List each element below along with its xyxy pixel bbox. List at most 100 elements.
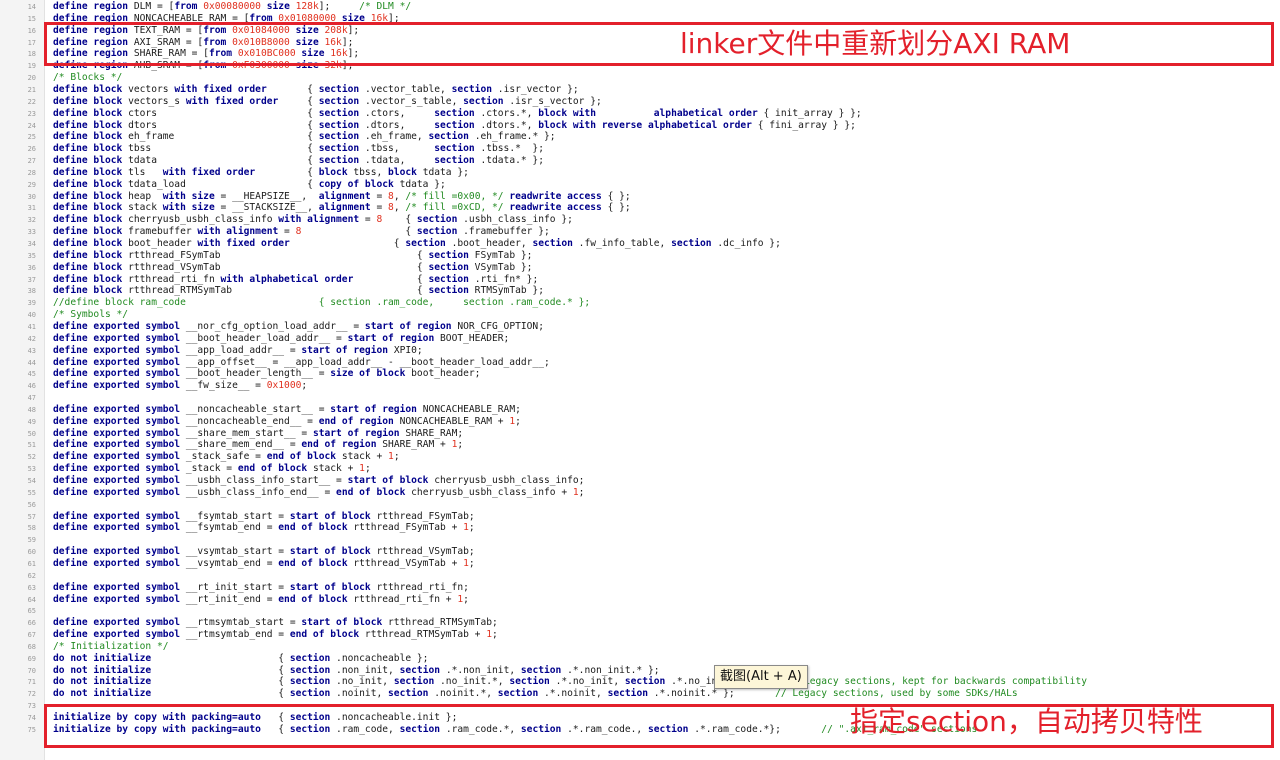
code-line[interactable]: 20 /* Blocks */ — [0, 72, 1280, 84]
code-line[interactable]: 32 define block cherryusb_usbh_class_info… — [0, 214, 1280, 226]
code-line[interactable]: 46 define exported symbol __fw_size__ = 0… — [0, 380, 1280, 392]
code-line[interactable]: 72 do not initialize { section .noinit, s… — [0, 688, 1280, 700]
code-text[interactable]: define exported symbol __app_load_addr__… — [53, 345, 423, 357]
code-line[interactable]: 48 define exported symbol __noncacheable_… — [0, 404, 1280, 416]
code-line[interactable]: 37 define block rtthread_rti_fn with alph… — [0, 274, 1280, 286]
code-line[interactable]: 53 define exported symbol _stack = end of… — [0, 463, 1280, 475]
code-text[interactable]: define exported symbol __boot_header_loa… — [53, 333, 509, 345]
code-line[interactable]: 39 //define block ram_code { section .ram… — [0, 297, 1280, 309]
code-line[interactable]: 21 define block vectors with fixed order … — [0, 84, 1280, 96]
code-text[interactable]: define block cherryusb_usbh_class_info w… — [53, 214, 573, 226]
code-line[interactable]: 26 define block tbss { section .tbss, sec… — [0, 143, 1280, 155]
code-line[interactable]: 52 define exported symbol _stack_safe = e… — [0, 451, 1280, 463]
code-line[interactable]: 66 define exported symbol __rtmsymtab_sta… — [0, 617, 1280, 629]
code-line[interactable]: 40 /* Symbols */ — [0, 309, 1280, 321]
code-text[interactable]: define block vectors_s with fixed order … — [53, 96, 602, 108]
code-line[interactable]: 71 do not initialize { section .no_init, … — [0, 676, 1280, 688]
code-text[interactable]: define block rtthread_FSymTab { section … — [53, 250, 532, 262]
code-line[interactable]: 36 define block rtthread_VSymTab { sectio… — [0, 262, 1280, 274]
code-text[interactable]: /* Initialization */ — [53, 641, 169, 653]
code-text[interactable]: /* Blocks */ — [53, 72, 122, 84]
code-line[interactable]: 23 define block ctors { section .ctors, s… — [0, 108, 1280, 120]
code-line[interactable]: 45 define exported symbol __boot_header_l… — [0, 368, 1280, 380]
code-line[interactable]: 34 define block boot_header with fixed or… — [0, 238, 1280, 250]
code-text[interactable]: define exported symbol __vsymtab_end = e… — [53, 558, 475, 570]
code-line[interactable]: 33 define block framebuffer with alignmen… — [0, 226, 1280, 238]
code-line[interactable]: 29 define block tdata_load { copy of bloc… — [0, 179, 1280, 191]
code-text[interactable]: define region DLM = [from 0x00080000 siz… — [53, 1, 411, 13]
code-line[interactable]: 44 define exported symbol __app_offset__ … — [0, 357, 1280, 369]
code-line[interactable]: 35 define block rtthread_FSymTab { sectio… — [0, 250, 1280, 262]
code-line[interactable]: 60 define exported symbol __vsymtab_start… — [0, 546, 1280, 558]
code-line[interactable]: 41 define exported symbol __nor_cfg_optio… — [0, 321, 1280, 333]
code-line[interactable]: 57 define exported symbol __fsymtab_start… — [0, 511, 1280, 523]
code-text[interactable]: define block eh_frame { section .eh_fram… — [53, 131, 556, 143]
code-text[interactable]: define exported symbol __rt_init_end = e… — [53, 594, 469, 606]
code-text[interactable]: do not initialize { section .noinit, sec… — [53, 688, 1018, 700]
code-text[interactable]: define exported symbol __fw_size__ = 0x1… — [53, 380, 307, 392]
code-line[interactable]: 61 define exported symbol __vsymtab_end =… — [0, 558, 1280, 570]
code-text[interactable]: define block rtthread_RTMSymTab { sectio… — [53, 285, 544, 297]
code-line[interactable]: 38 define block rtthread_RTMSymTab { sect… — [0, 285, 1280, 297]
code-editor[interactable]: 14 define region DLM = [from 0x00080000 s… — [0, 0, 1280, 760]
code-line[interactable]: 25 define block eh_frame { section .eh_fr… — [0, 131, 1280, 143]
code-line[interactable]: 54 define exported symbol __usbh_class_in… — [0, 475, 1280, 487]
code-text[interactable]: define block vectors with fixed order { … — [53, 84, 579, 96]
code-line[interactable]: 31 define block stack with size = __STACK… — [0, 202, 1280, 214]
code-text[interactable]: define exported symbol __boot_header_len… — [53, 368, 480, 380]
code-line[interactable]: 55 define exported symbol __usbh_class_in… — [0, 487, 1280, 499]
code-line[interactable]: 50 define exported symbol __share_mem_sta… — [0, 428, 1280, 440]
code-line[interactable]: 70 do not initialize { section .non_init,… — [0, 665, 1280, 677]
code-text[interactable]: define block rtthread_VSymTab { section … — [53, 262, 532, 274]
code-text[interactable]: define exported symbol __rt_init_start =… — [53, 582, 469, 594]
code-text[interactable]: define exported symbol _stack = end of b… — [53, 463, 371, 475]
code-text[interactable]: define exported symbol __vsymtab_start =… — [53, 546, 475, 558]
code-line[interactable]: 24 define block dtors { section .dtors, s… — [0, 120, 1280, 132]
code-text[interactable]: define exported symbol _stack_safe = end… — [53, 451, 400, 463]
code-text[interactable]: define block stack with size = __STACKSI… — [53, 202, 631, 214]
code-line[interactable]: 47 — [0, 392, 1280, 404]
code-line[interactable]: 28 define block tls with fixed order { bl… — [0, 167, 1280, 179]
code-text[interactable]: define exported symbol __nor_cfg_option_… — [53, 321, 544, 333]
code-line[interactable]: 49 define exported symbol __noncacheable_… — [0, 416, 1280, 428]
code-text[interactable]: define exported symbol __rtmsymtab_end =… — [53, 629, 498, 641]
code-line[interactable]: 68 /* Initialization */ — [0, 641, 1280, 653]
code-line[interactable]: 65 — [0, 605, 1280, 617]
code-text[interactable]: define block heap with size = __HEAPSIZE… — [53, 191, 631, 203]
code-text[interactable]: define block ctors { section .ctors, sec… — [53, 108, 862, 120]
code-text[interactable]: do not initialize { section .non_init, s… — [53, 665, 660, 677]
code-text[interactable]: define exported symbol __rtmsymtab_start… — [53, 617, 498, 629]
code-line[interactable]: 27 define block tdata { section .tdata, s… — [0, 155, 1280, 167]
code-text[interactable]: define exported symbol __noncacheable_en… — [53, 416, 521, 428]
code-line[interactable]: 67 define exported symbol __rtmsymtab_end… — [0, 629, 1280, 641]
code-text[interactable]: define exported symbol __noncacheable_st… — [53, 404, 521, 416]
code-text[interactable]: define block rtthread_rti_fn with alphab… — [53, 274, 538, 286]
code-line[interactable]: 22 define block vectors_s with fixed orde… — [0, 96, 1280, 108]
code-text[interactable]: define exported symbol __fsymtab_start =… — [53, 511, 475, 523]
code-text[interactable]: /* Symbols */ — [53, 309, 128, 321]
code-line[interactable]: 14 define region DLM = [from 0x00080000 s… — [0, 1, 1280, 13]
code-text[interactable]: define block tdata_load { copy of block … — [53, 179, 446, 191]
code-line[interactable]: 69 do not initialize { section .noncachea… — [0, 653, 1280, 665]
code-line[interactable]: 62 — [0, 570, 1280, 582]
code-text[interactable]: define exported symbol __usbh_class_info… — [53, 475, 584, 487]
code-line[interactable]: 59 — [0, 534, 1280, 546]
code-text[interactable]: define exported symbol __fsymtab_end = e… — [53, 522, 475, 534]
code-text[interactable]: define block framebuffer with alignment … — [53, 226, 550, 238]
code-line[interactable]: 42 define exported symbol __boot_header_l… — [0, 333, 1280, 345]
code-line[interactable]: 58 define exported symbol __fsymtab_end =… — [0, 522, 1280, 534]
code-text[interactable]: define block tdata { section .tdata, sec… — [53, 155, 544, 167]
code-line[interactable]: 63 define exported symbol __rt_init_start… — [0, 582, 1280, 594]
code-text[interactable]: define exported symbol __share_mem_start… — [53, 428, 463, 440]
code-line[interactable]: 51 define exported symbol __share_mem_end… — [0, 439, 1280, 451]
code-line[interactable]: 56 — [0, 499, 1280, 511]
code-line[interactable]: 43 define exported symbol __app_load_addr… — [0, 345, 1280, 357]
code-text[interactable]: do not initialize { section .noncacheabl… — [53, 653, 428, 665]
code-text[interactable]: define exported symbol __usbh_class_info… — [53, 487, 584, 499]
code-text[interactable]: define block dtors { section .dtors, sec… — [53, 120, 856, 132]
code-text[interactable]: do not initialize { section .no_init, se… — [53, 676, 1087, 688]
code-text[interactable]: define exported symbol __share_mem_end__… — [53, 439, 463, 451]
code-line[interactable]: 64 define exported symbol __rt_init_end =… — [0, 594, 1280, 606]
code-text[interactable]: define exported symbol __app_offset__ = … — [53, 357, 550, 369]
code-text[interactable]: define block tls with fixed order { bloc… — [53, 167, 469, 179]
